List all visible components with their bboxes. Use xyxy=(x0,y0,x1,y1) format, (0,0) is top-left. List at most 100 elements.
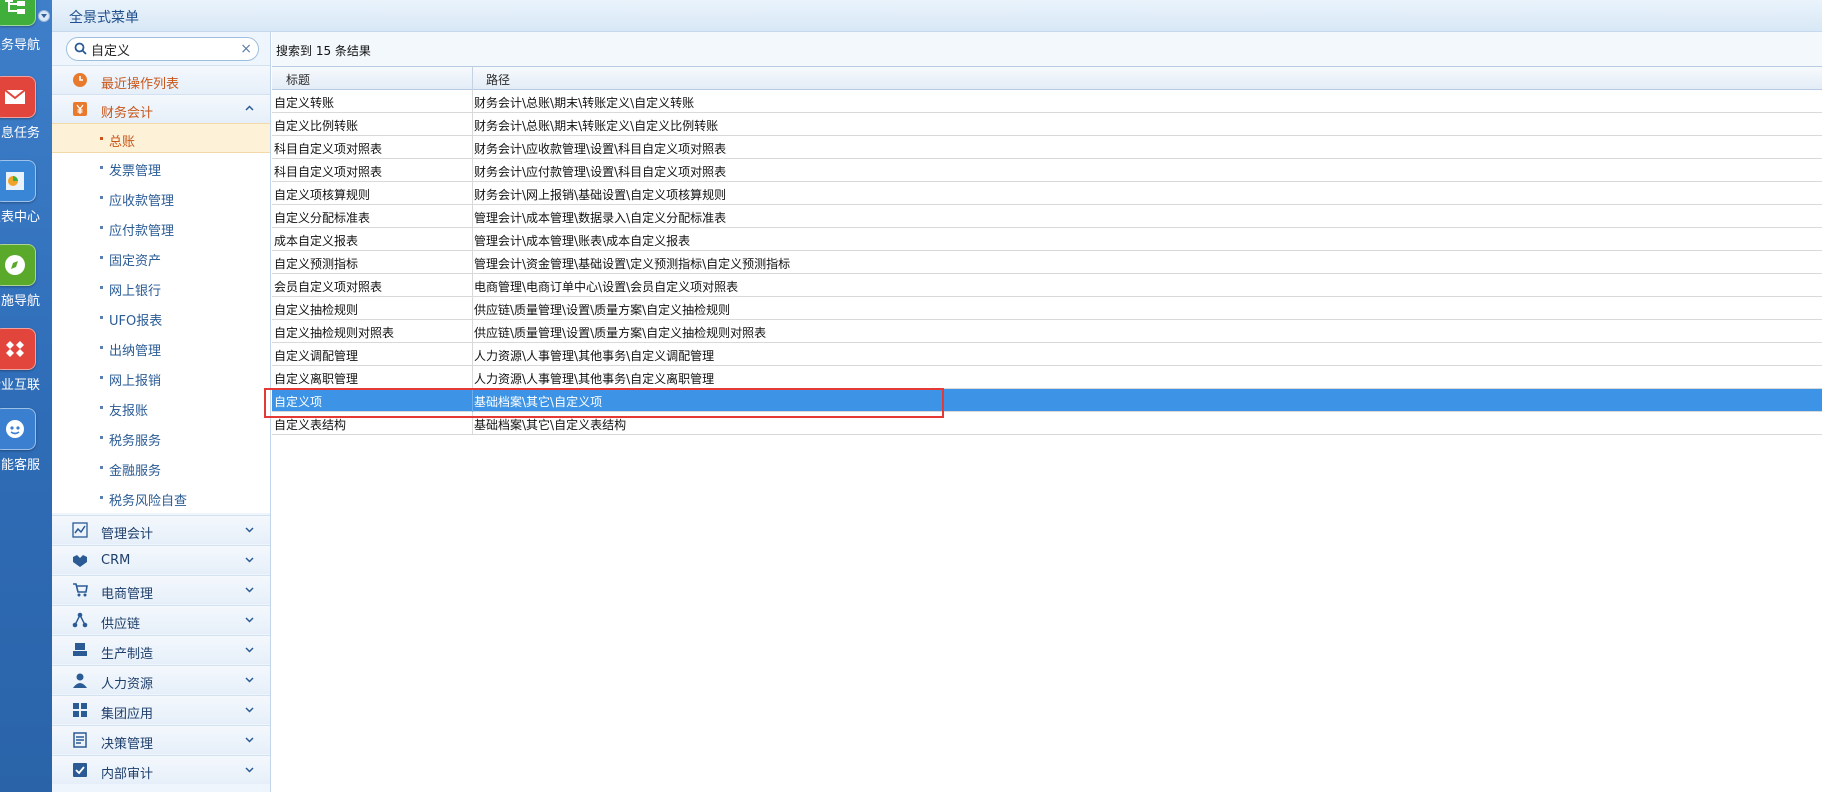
submenu-item-fixed-assets[interactable]: 固定资产 xyxy=(52,243,270,273)
chevron-down-icon[interactable] xyxy=(245,735,254,744)
row-path: 财务会计\总账\期末\转账定义\自定义比例转账 xyxy=(474,119,719,133)
menu-category-hr[interactable]: 人力资源 xyxy=(52,665,270,694)
chevron-down-icon[interactable] xyxy=(245,675,254,684)
row-path: 供应链\质量管理\设置\质量方案\自定义抽检规则 xyxy=(474,303,731,317)
menu-category-internal-audit[interactable]: 内部审计 xyxy=(52,755,270,784)
submenu-item-online-bank[interactable]: 网上银行 xyxy=(52,273,270,303)
chevron-down-icon[interactable] xyxy=(245,615,254,624)
menu-label: CRM xyxy=(101,553,131,568)
submenu-label: 总账 xyxy=(109,135,136,150)
strip-item-reports[interactable]: 报表中心 xyxy=(0,160,52,244)
table-row-selected[interactable]: 自定义项 基础档案\其它\自定义项 xyxy=(272,389,1822,412)
row-title: 自定义项 xyxy=(274,395,323,409)
column-header-path[interactable]: 路径 xyxy=(486,71,510,88)
line-chart-icon xyxy=(72,522,88,538)
row-path: 基础档案\其它\自定义项 xyxy=(474,395,603,409)
submenu-item-tax-risk-check[interactable]: 税务风险自查 xyxy=(52,483,270,513)
strip-label: 报表中心 xyxy=(0,210,40,225)
menu-category-decision[interactable]: 决策管理 xyxy=(52,725,270,754)
submenu-item-payables[interactable]: 应付款管理 xyxy=(52,213,270,243)
submenu-item-youbaozhang[interactable]: 友报账 xyxy=(52,393,270,423)
handshake-icon xyxy=(73,555,87,567)
chevron-down-icon[interactable] xyxy=(245,705,254,714)
search-input[interactable] xyxy=(91,40,231,58)
submenu-label: 网上报销 xyxy=(109,374,162,389)
table-row[interactable]: 自定义分配标准表 管理会计\成本管理\数据录入\自定义分配标准表 xyxy=(272,205,1822,228)
network-icon xyxy=(72,612,88,628)
menu-category-ecommerce[interactable]: 电商管理 xyxy=(52,575,270,604)
factory-icon xyxy=(73,643,87,656)
table-row[interactable]: 成本自定义报表 管理会计\成本管理\账表\成本自定义报表 xyxy=(272,228,1822,251)
row-path: 财务会计\网上报销\基础设置\自定义项核算规则 xyxy=(474,188,727,202)
table-row[interactable]: 科目自定义项对照表 财务会计\应付款管理\设置\科目自定义项对照表 xyxy=(272,159,1822,182)
row-path: 人力资源\人事管理\其他事务\自定义调配管理 xyxy=(474,349,715,363)
table-row[interactable]: 科目自定义项对照表 财务会计\应收款管理\设置\科目自定义项对照表 xyxy=(272,136,1822,159)
menu-category-finance[interactable]: 财务会计 xyxy=(52,94,270,123)
menu-label: 财务会计 xyxy=(101,106,154,121)
menu-category-supply-chain[interactable]: 供应链 xyxy=(52,605,270,634)
table-row[interactable]: 自定义表结构 基础档案\其它\自定义表结构 xyxy=(272,412,1822,435)
strip-label: 智能客服 xyxy=(0,458,40,473)
report-chart-icon xyxy=(0,160,36,202)
results-table: 标题 路径 自定义转账 财务会计\总账\期末\转账定义\自定义转账 自定义比例转账… xyxy=(272,66,1822,435)
table-row[interactable]: 自定义离职管理 人力资源\人事管理\其他事务\自定义离职管理 xyxy=(272,366,1822,389)
row-title: 自定义抽检规则 xyxy=(274,303,359,317)
table-row[interactable]: 自定义比例转账 财务会计\总账\期末\转账定义\自定义比例转账 xyxy=(272,113,1822,136)
checklist-icon xyxy=(73,763,87,777)
strip-item-messages[interactable]: 消息任务 xyxy=(0,76,52,160)
menu-label: 供应链 xyxy=(101,617,141,632)
menu-category-management-accounting[interactable]: 管理会计 xyxy=(52,515,270,544)
row-path: 供应链\质量管理\设置\质量方案\自定义抽检规则对照表 xyxy=(474,326,767,340)
chevron-down-icon[interactable] xyxy=(245,525,254,534)
menu-label: 电商管理 xyxy=(101,587,154,602)
menu-category-manufacturing[interactable]: 生产制造 xyxy=(52,635,270,664)
submenu-item-cashier[interactable]: 出纳管理 xyxy=(52,333,270,363)
submenu-label: 应付款管理 xyxy=(109,224,175,239)
submenu-label: 税务服务 xyxy=(109,434,162,449)
table-row[interactable]: 自定义预测指标 管理会计\资金管理\基础设置\定义预测指标\自定义预测指标 xyxy=(272,251,1822,274)
row-path: 财务会计\应收款管理\设置\科目自定义项对照表 xyxy=(474,142,727,156)
clear-search-icon[interactable]: × xyxy=(240,40,252,58)
submenu-label: 税务风险自查 xyxy=(109,494,188,509)
results-toolbar: 搜索到 15 条结果 xyxy=(272,32,1822,66)
submenu-item-general-ledger[interactable]: 总账 xyxy=(52,123,270,153)
clock-icon xyxy=(73,73,87,87)
strip-label: 企业互联 xyxy=(0,378,40,393)
strip-label: 业务导航 xyxy=(0,38,40,53)
menu-label: 最近操作列表 xyxy=(101,77,180,92)
chevron-down-icon[interactable] xyxy=(245,555,254,564)
submenu-item-ufo-report[interactable]: UFO报表 xyxy=(52,303,270,333)
table-row[interactable]: 自定义抽检规则 供应链\质量管理\设置\质量方案\自定义抽检规则 xyxy=(272,297,1822,320)
strip-item-business-nav[interactable]: 业务导航 xyxy=(0,0,52,80)
menu-category-crm[interactable]: CRM xyxy=(52,545,270,574)
table-row[interactable]: 自定义抽检规则对照表 供应链\质量管理\设置\质量方案\自定义抽检规则对照表 xyxy=(272,320,1822,343)
table-row[interactable]: 会员自定义项对照表 电商管理\电商订单中心\设置\会员自定义项对照表 xyxy=(272,274,1822,297)
chevron-down-icon[interactable] xyxy=(245,585,254,594)
row-path: 电商管理\电商订单中心\设置\会员自定义项对照表 xyxy=(474,280,739,294)
app-strip: 业务导航 消息任务 报表中心 实施导航 企业互联 智能客服 xyxy=(0,0,52,792)
decision-icon xyxy=(73,732,87,748)
strip-item-implementation[interactable]: 实施导航 xyxy=(0,244,52,328)
submenu-item-tax-service[interactable]: 税务服务 xyxy=(52,423,270,453)
submenu-item-financial-service[interactable]: 金融服务 xyxy=(52,453,270,483)
chevron-down-icon[interactable] xyxy=(245,645,254,654)
chevron-down-icon[interactable] xyxy=(245,765,254,774)
chevron-up-icon[interactable] xyxy=(245,104,254,113)
menu-recent-operations[interactable]: 最近操作列表 xyxy=(52,65,270,94)
search-icon xyxy=(74,42,87,55)
submenu-label: 出纳管理 xyxy=(109,344,162,359)
table-row[interactable]: 自定义调配管理 人力资源\人事管理\其他事务\自定义调配管理 xyxy=(272,343,1822,366)
column-header-title[interactable]: 标题 xyxy=(286,71,310,88)
page-title: 全景式菜单 xyxy=(69,10,139,26)
menu-label: 人力资源 xyxy=(101,677,154,692)
submenu-label: UFO报表 xyxy=(109,314,163,329)
menu-category-group-apps[interactable]: 集团应用 xyxy=(52,695,270,724)
table-row[interactable]: 自定义转账 财务会计\总账\期末\转账定义\自定义转账 xyxy=(272,90,1822,113)
grid-icon xyxy=(73,703,87,717)
submenu-item-invoice[interactable]: 发票管理 xyxy=(52,153,270,183)
strip-item-service[interactable]: 智能客服 xyxy=(0,408,52,492)
submenu-item-online-reimburse[interactable]: 网上报销 xyxy=(52,363,270,393)
strip-item-enterprise-link[interactable]: 企业互联 xyxy=(0,328,52,412)
table-row[interactable]: 自定义项核算规则 财务会计\网上报销\基础设置\自定义项核算规则 xyxy=(272,182,1822,205)
submenu-item-receivables[interactable]: 应收款管理 xyxy=(52,183,270,213)
